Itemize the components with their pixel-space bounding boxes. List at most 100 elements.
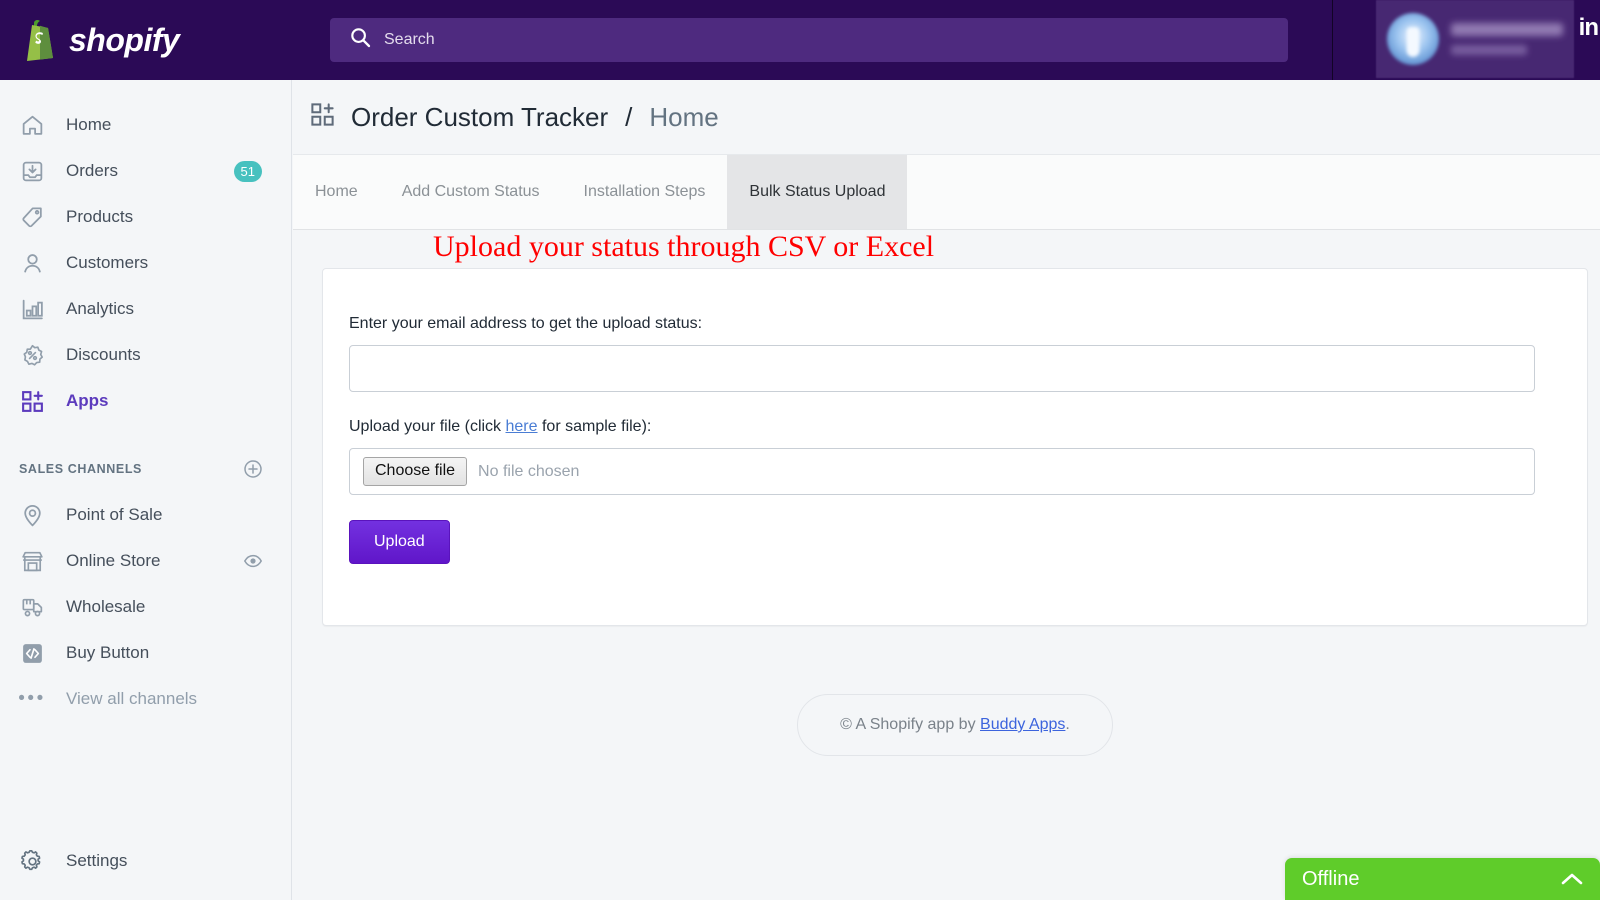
tab-label: Installation Steps bbox=[583, 183, 706, 200]
upload-section: Upload your status through CSV or Excel … bbox=[293, 230, 1600, 756]
orders-inbox-icon bbox=[18, 157, 46, 185]
avatar bbox=[1387, 13, 1439, 65]
upload-card: Enter your email address to get the uplo… bbox=[322, 268, 1588, 626]
section-heading: Upload your status through CSV or Excel bbox=[433, 230, 935, 263]
user-divider bbox=[1332, 0, 1333, 80]
tab-bar-filler bbox=[907, 155, 1600, 229]
sidebar-item-buy-button[interactable]: Buy Button bbox=[0, 630, 291, 676]
sidebar-item-home[interactable]: Home bbox=[0, 102, 291, 148]
sidebar-item-apps[interactable]: Apps bbox=[0, 378, 291, 424]
tab-label: Bulk Status Upload bbox=[749, 183, 886, 200]
sidebar-item-label: Apps bbox=[66, 391, 109, 410]
footer-text-post: . bbox=[1065, 716, 1070, 733]
app-header: Order Custom Tracker / Home bbox=[293, 80, 1600, 155]
sidebar-item-settings[interactable]: Settings bbox=[0, 838, 292, 884]
tag-icon bbox=[18, 203, 46, 231]
tab-installation-steps[interactable]: Installation Steps bbox=[562, 155, 728, 229]
bar-chart-icon bbox=[18, 295, 46, 323]
sidebar-item-wholesale[interactable]: Wholesale bbox=[0, 584, 291, 630]
tab-home[interactable]: Home bbox=[293, 155, 380, 229]
sidebar-nav: Home Orders 51 Products Customers Analyt… bbox=[0, 80, 291, 722]
tab-add-custom-status[interactable]: Add Custom Status bbox=[380, 155, 562, 229]
sidebar-item-online-store[interactable]: Online Store bbox=[0, 538, 291, 584]
sidebar-item-label: Analytics bbox=[66, 299, 135, 318]
sidebar-item-label: Online Store bbox=[66, 551, 161, 570]
copyright-symbol: © bbox=[840, 716, 852, 733]
app-screen: shopify Search in Home Orders 51 Product… bbox=[0, 0, 1600, 900]
user-name-redacted bbox=[1451, 23, 1563, 55]
location-pin-icon bbox=[18, 501, 46, 529]
chat-widget[interactable]: Offline bbox=[1285, 858, 1600, 900]
search-input[interactable]: Search bbox=[330, 18, 1288, 62]
search-area: Search bbox=[292, 18, 1332, 62]
sidebar-item-label: Orders bbox=[66, 161, 118, 180]
choose-file-button[interactable]: Choose file bbox=[363, 457, 468, 486]
sidebar-item-products[interactable]: Products bbox=[0, 194, 291, 240]
field-spacer bbox=[349, 392, 1559, 418]
footer-credit: © A Shopify app by Buddy Apps. bbox=[797, 694, 1113, 756]
email-field-label: Enter your email address to get the uplo… bbox=[349, 315, 703, 332]
sidebar-item-label: View all channels bbox=[66, 689, 198, 708]
sidebar-item-label: Discounts bbox=[66, 345, 141, 364]
buddy-apps-link[interactable]: Buddy Apps bbox=[980, 716, 1065, 733]
user-name-tail: in bbox=[1578, 14, 1599, 41]
user-card[interactable] bbox=[1376, 0, 1574, 78]
no-file-chosen-text: No file chosen bbox=[478, 462, 580, 480]
orders-badge: 51 bbox=[233, 160, 262, 182]
tab-label: Add Custom Status bbox=[401, 183, 540, 200]
search-placeholder: Search bbox=[384, 31, 435, 48]
footer: © A Shopify app by Buddy Apps. bbox=[322, 694, 1588, 756]
sidebar-item-label: Point of Sale bbox=[66, 505, 163, 524]
shopify-brand[interactable]: shopify bbox=[0, 0, 292, 80]
sidebar-item-analytics[interactable]: Analytics bbox=[0, 286, 291, 332]
breadcrumb-separator: / bbox=[625, 101, 633, 132]
tab-bar: Home Add Custom Status Installation Step… bbox=[293, 155, 1600, 230]
sidebar-item-label: Home bbox=[66, 115, 112, 134]
email-input[interactable] bbox=[349, 345, 1535, 392]
sales-channels-label: SALES CHANNELS bbox=[19, 462, 142, 476]
code-brackets-icon bbox=[18, 639, 46, 667]
home-icon bbox=[18, 111, 46, 139]
content-area: Order Custom Tracker / Home Home Add Cus… bbox=[293, 80, 1600, 900]
sidebar: Home Orders 51 Products Customers Analyt… bbox=[0, 80, 292, 900]
sidebar-item-label: Customers bbox=[66, 253, 149, 272]
chevron-up-icon[interactable] bbox=[1561, 868, 1583, 890]
sidebar-item-discounts[interactable]: Discounts bbox=[0, 332, 291, 378]
apps-grid-plus-icon bbox=[309, 101, 336, 133]
sales-channels-header: SALES CHANNELS bbox=[0, 446, 291, 492]
sidebar-item-label: Wholesale bbox=[66, 597, 146, 616]
shopify-bag-icon bbox=[20, 18, 60, 62]
tab-bulk-status-upload[interactable]: Bulk Status Upload bbox=[727, 155, 908, 229]
sidebar-item-label: Products bbox=[66, 207, 134, 226]
sidebar-item-point-of-sale[interactable]: Point of Sale bbox=[0, 492, 291, 538]
tab-label: Home bbox=[315, 183, 358, 200]
gear-icon bbox=[18, 847, 46, 875]
storefront-icon bbox=[18, 547, 46, 575]
sidebar-item-label: Settings bbox=[66, 851, 128, 870]
eye-icon[interactable] bbox=[243, 551, 263, 571]
top-bar: shopify Search in bbox=[0, 0, 1600, 80]
sample-file-link[interactable]: here bbox=[506, 418, 538, 435]
page-title: Order Custom Tracker bbox=[351, 101, 609, 132]
sidebar-item-view-all-channels[interactable]: ••• View all channels bbox=[0, 676, 291, 722]
sidebar-item-label: Buy Button bbox=[66, 643, 150, 662]
search-icon bbox=[350, 27, 371, 53]
file-input[interactable]: Choose file No file chosen bbox=[349, 448, 1535, 495]
breadcrumb[interactable]: Home bbox=[649, 102, 718, 133]
sidebar-item-customers[interactable]: Customers bbox=[0, 240, 291, 286]
user-menu[interactable]: in bbox=[1332, 0, 1600, 80]
ellipsis-icon: ••• bbox=[18, 688, 46, 709]
upload-button[interactable]: Upload bbox=[349, 520, 450, 564]
file-label-post: for sample file): bbox=[537, 418, 652, 435]
apps-grid-plus-icon bbox=[18, 387, 46, 415]
file-label-pre: Upload your file (click bbox=[349, 418, 506, 435]
wholesale-truck-icon bbox=[18, 593, 46, 621]
percent-badge-icon bbox=[18, 341, 46, 369]
chat-status-label: Offline bbox=[1302, 867, 1360, 890]
plus-circle-icon[interactable] bbox=[243, 459, 263, 479]
sidebar-item-orders[interactable]: Orders 51 bbox=[0, 148, 291, 194]
shopify-wordmark: shopify bbox=[69, 21, 180, 58]
person-icon bbox=[18, 249, 46, 277]
footer-text-pre: A Shopify app by bbox=[851, 716, 981, 733]
file-field-label: Upload your file (click here for sample … bbox=[349, 418, 1559, 436]
